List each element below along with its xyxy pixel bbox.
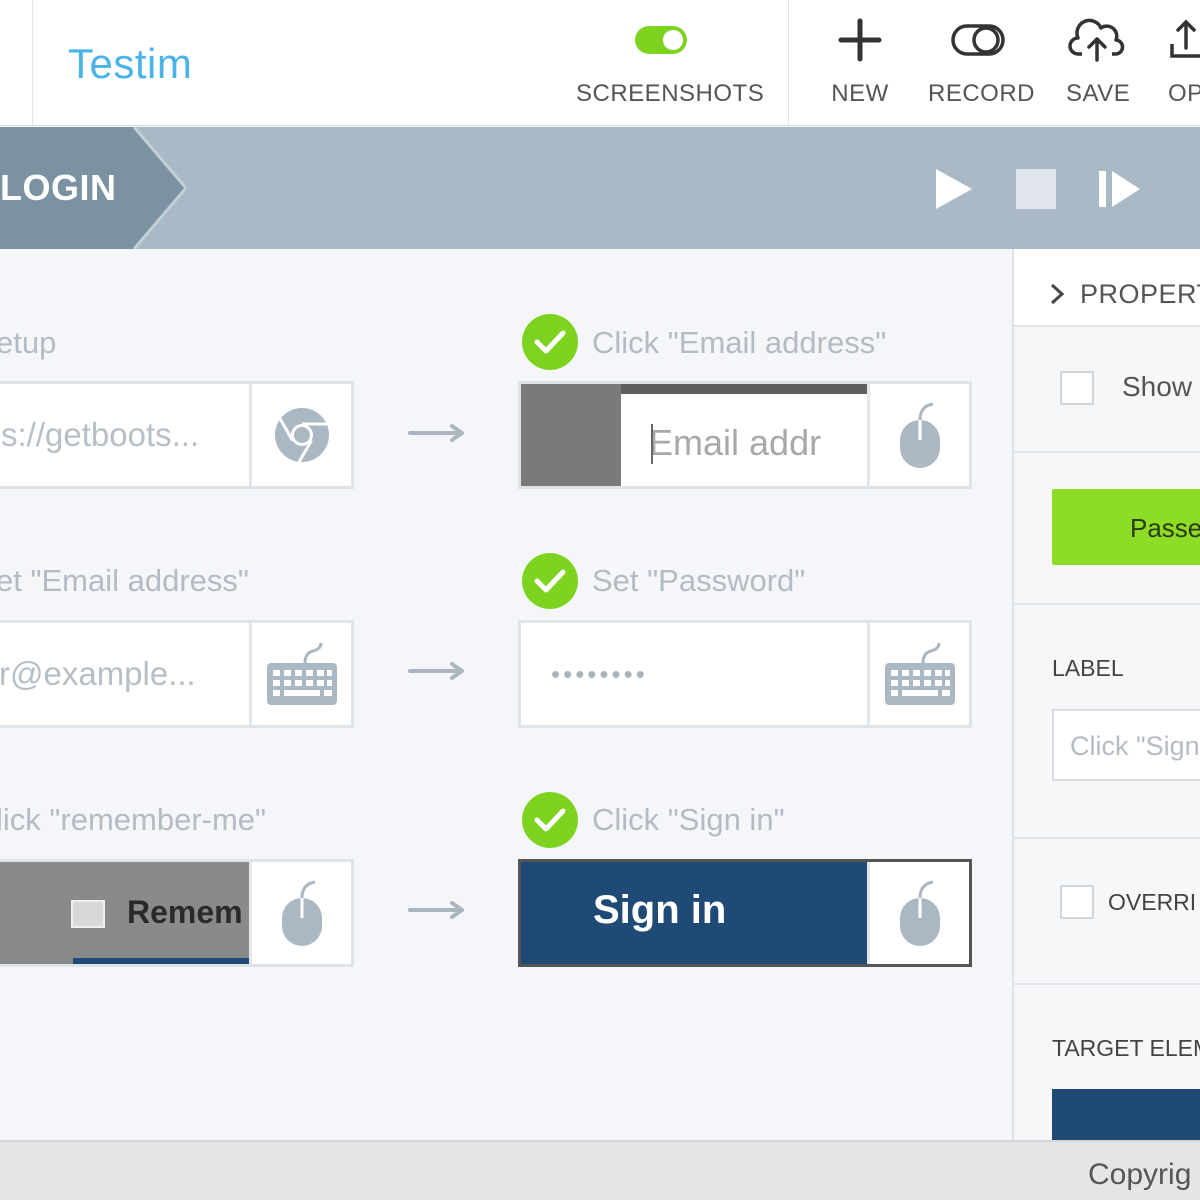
arrow-icon xyxy=(408,901,464,919)
app-brand[interactable]: Testim xyxy=(68,40,192,88)
target-element-heading: TARGET ELEM xyxy=(1052,1035,1200,1061)
save-label: SAVE xyxy=(1066,80,1131,107)
step-thumbnail: Email addr xyxy=(521,384,867,486)
step-forward-icon[interactable] xyxy=(1098,167,1142,211)
passed-check-icon xyxy=(522,553,578,609)
cloud-upload-icon xyxy=(1068,18,1125,62)
footer: Copyrig xyxy=(0,1140,1200,1200)
keyboard-icon xyxy=(266,642,337,705)
status-section: Passe xyxy=(1014,453,1200,605)
step-card-click-remember-me[interactable]: Remem xyxy=(0,859,354,967)
keyboard-icon xyxy=(884,642,955,705)
copyright-text: Copyrig xyxy=(1088,1158,1192,1191)
step-title: et "Email address" xyxy=(0,563,249,598)
open-button[interactable]: OP xyxy=(1168,14,1200,114)
step-action[interactable] xyxy=(249,384,351,486)
play-icon[interactable] xyxy=(932,167,976,211)
record-icon xyxy=(951,24,1005,56)
new-label: NEW xyxy=(831,80,889,107)
mouse-icon xyxy=(899,402,940,468)
override-checkbox[interactable] xyxy=(1060,885,1094,919)
step-title: etup xyxy=(0,325,57,360)
step-thumbnail: Sign in xyxy=(521,862,867,964)
stop-icon[interactable] xyxy=(1014,167,1058,211)
chevron-right-icon xyxy=(1050,283,1064,305)
label-input[interactable]: Click "Sign xyxy=(1052,709,1200,781)
toolbar-divider xyxy=(32,0,33,126)
step-card-click-sign-in[interactable]: Sign in xyxy=(518,859,972,967)
step-card-setup[interactable]: s://getboots... xyxy=(0,381,354,489)
arrow-icon xyxy=(408,662,464,680)
plus-icon xyxy=(838,18,882,62)
step-thumbnail: s://getboots... xyxy=(0,384,249,486)
passed-status-button[interactable]: Passe xyxy=(1052,489,1200,565)
toggle-switch-icon[interactable] xyxy=(635,26,687,54)
passed-check-icon xyxy=(522,792,578,848)
override-label: OVERRI xyxy=(1108,889,1197,915)
step-title: lick "remember-me" xyxy=(0,802,267,837)
show-label: Show xyxy=(1122,371,1193,402)
step-title: Click "Email address" xyxy=(592,325,887,360)
save-button[interactable]: SAVE xyxy=(1066,14,1131,114)
show-option-section: Show xyxy=(1014,327,1200,453)
breadcrumb-test-name[interactable]: LOGIN xyxy=(0,167,117,209)
properties-title: PROPERT xyxy=(1080,279,1200,309)
toolbar-divider xyxy=(788,0,789,126)
step-card-set-password[interactable]: •••••••• xyxy=(518,620,972,728)
show-checkbox[interactable] xyxy=(1060,371,1094,405)
step-title: Set "Password" xyxy=(592,563,806,598)
step-card-set-email[interactable]: r@example... xyxy=(0,620,354,728)
step-thumbnail-text: s://getboots... xyxy=(1,416,200,453)
step-card-click-email[interactable]: Email addr xyxy=(518,381,972,489)
arrow-icon xyxy=(408,424,464,442)
record-button[interactable]: RECORD xyxy=(928,14,1036,114)
screenshots-toggle-button[interactable]: SCREENSHOTS xyxy=(576,14,765,114)
step-title: Click "Sign in" xyxy=(592,802,785,837)
label-heading: LABEL xyxy=(1052,655,1124,681)
step-action[interactable] xyxy=(249,623,351,725)
test-steps-canvas: etup s://getboots... Click "Email addres… xyxy=(0,249,1012,1140)
mouse-icon xyxy=(899,880,940,946)
step-thumbnail-text: •••••••• xyxy=(551,659,648,689)
step-thumbnail: •••••••• xyxy=(521,623,867,725)
properties-panel: PROPERT Show Passe LABEL Click "Sign OVE… xyxy=(1012,249,1200,1140)
step-thumbnail: r@example... xyxy=(0,623,249,725)
new-button[interactable]: NEW xyxy=(830,14,890,114)
properties-header[interactable]: PROPERT xyxy=(1014,249,1200,327)
label-input-value: Click "Sign xyxy=(1070,731,1200,761)
passed-status-label: Passe xyxy=(1130,513,1200,543)
step-action[interactable] xyxy=(867,623,969,725)
test-breadcrumb-bar: LOGIN xyxy=(0,127,1200,249)
step-action[interactable] xyxy=(249,862,351,964)
passed-check-icon xyxy=(522,314,578,370)
top-toolbar: Testim SCREENSHOTS NEW RECORD SAVE OP xyxy=(0,0,1200,126)
chrome-icon xyxy=(274,408,329,463)
step-action[interactable] xyxy=(867,862,969,964)
target-element-section: TARGET ELEM xyxy=(1014,985,1200,1140)
open-icon xyxy=(1170,19,1200,58)
label-section: LABEL Click "Sign xyxy=(1014,605,1200,839)
step-thumbnail-text: Sign in xyxy=(593,888,727,932)
step-thumbnail: Remem xyxy=(0,862,249,964)
target-element-preview xyxy=(1052,1089,1200,1140)
step-thumbnail-text: Email addr xyxy=(649,422,822,463)
record-label: RECORD xyxy=(928,80,1036,107)
open-label: OP xyxy=(1168,80,1200,107)
step-thumbnail-text: Remem xyxy=(127,894,243,930)
screenshots-label: SCREENSHOTS xyxy=(576,80,765,107)
step-thumbnail-text: r@example... xyxy=(0,655,196,692)
override-section: OVERRI xyxy=(1014,839,1200,985)
step-action[interactable] xyxy=(867,384,969,486)
mouse-icon xyxy=(281,880,322,946)
